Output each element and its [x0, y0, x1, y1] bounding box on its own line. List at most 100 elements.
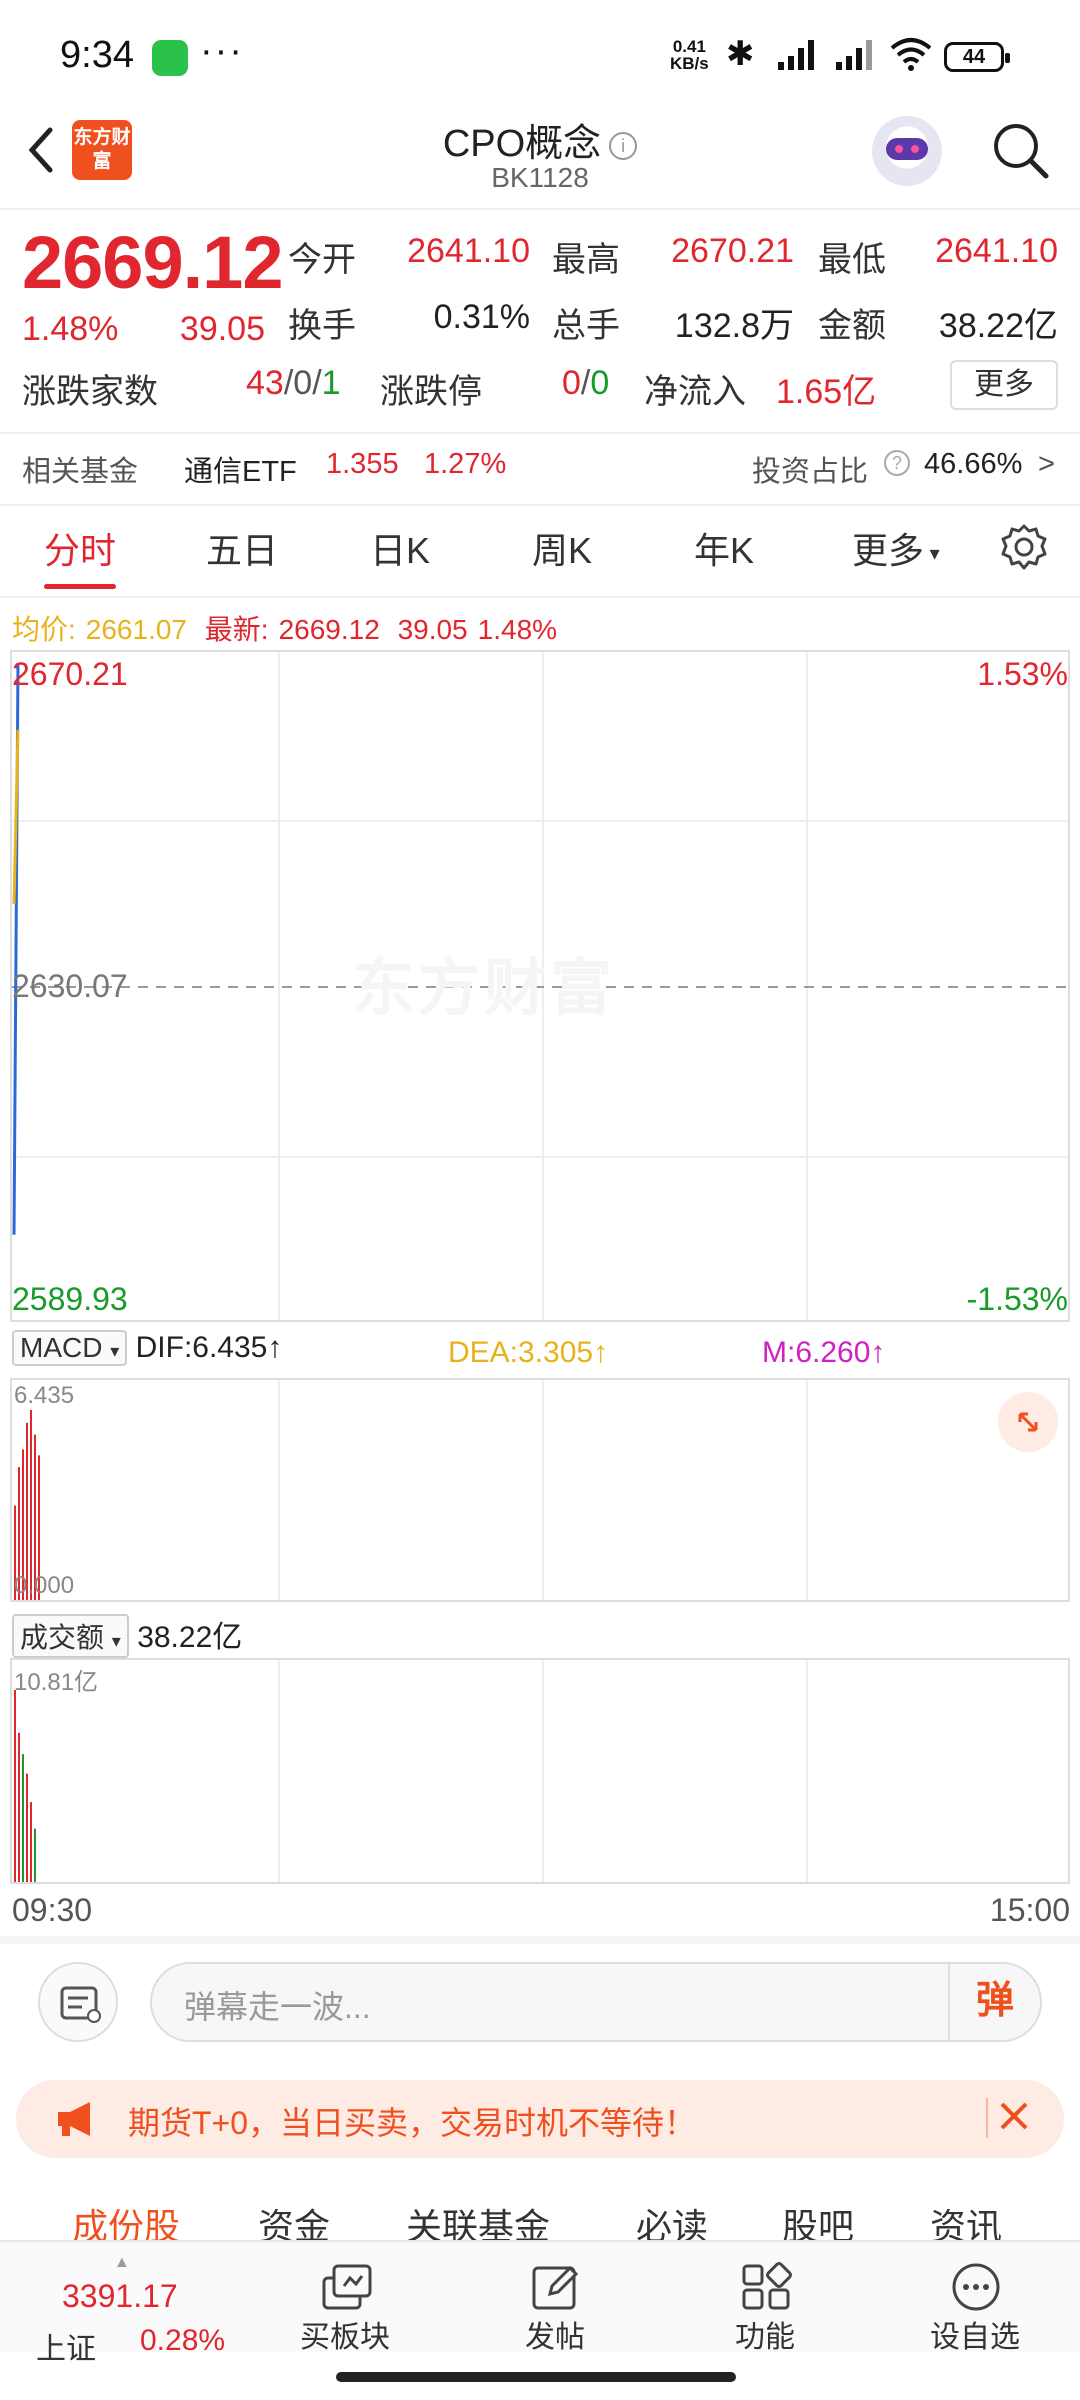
tab-yearly-k[interactable]: 年K	[694, 522, 754, 574]
wifi-icon	[890, 38, 932, 71]
buy-board-icon	[322, 2264, 372, 2310]
current-price: 2669.12	[22, 221, 283, 304]
turnover-legend-row: 成交额 ▾ 38.22亿	[12, 1612, 242, 1658]
divider	[0, 1936, 1080, 1944]
page-header: 东方财富 CPO概念 i BK1128	[0, 110, 1080, 210]
danmu-placeholder: 弹幕走一波...	[184, 1989, 371, 2025]
battery-icon: 44	[944, 42, 1010, 72]
tab-more[interactable]: 更多 ▾	[852, 522, 940, 574]
macd-dif: DIF:6.435↑	[135, 1331, 283, 1364]
watermark: 东方财富	[352, 954, 617, 1023]
back-arrow-icon[interactable]	[20, 120, 60, 180]
breadth-value: 43/0/1	[246, 364, 341, 402]
bar	[14, 1690, 16, 1882]
index-pct: 0.28%	[140, 2324, 226, 2357]
tab-daily-k[interactable]: 日K	[370, 522, 430, 574]
signal-icon	[778, 40, 814, 70]
help-icon[interactable]: ?	[884, 450, 910, 476]
divider	[0, 596, 1080, 598]
promo-banner[interactable]: 期货T+0，当日买卖，交易时机不等待！	[16, 2080, 1064, 2158]
search-icon[interactable]	[990, 120, 1050, 180]
fund-ratio: 46.66%	[924, 448, 1023, 480]
macd-top-label: 6.435	[14, 1382, 75, 1409]
more-quote-button[interactable]: 更多	[950, 360, 1058, 410]
open-label: 今开	[288, 241, 356, 279]
index-value: 3391.17	[62, 2278, 178, 2314]
bar	[30, 1802, 32, 1882]
amount-label: 金额	[818, 307, 886, 345]
low-label: 最低	[818, 241, 886, 279]
info-icon[interactable]: i	[609, 131, 638, 160]
limit-label: 涨跌停	[380, 373, 482, 411]
bottom-nav-bar: ▲ 3391.17 上证 0.28% 买板块 发帖 功能 设自选	[0, 2240, 1080, 2366]
more-circle-icon	[952, 2263, 1000, 2311]
bar	[22, 1754, 24, 1882]
macd-dea: DEA:3.305↑	[448, 1336, 609, 1369]
macd-bottom-label: 0.000	[14, 1572, 75, 1599]
status-time: 9:34	[60, 34, 134, 76]
chart-top-price: 2670.21	[12, 656, 128, 692]
macd-selector[interactable]: MACD ▾	[12, 1330, 128, 1366]
gear-icon[interactable]	[1000, 523, 1048, 571]
close-icon[interactable]	[992, 2094, 1036, 2138]
comment-list-icon[interactable]	[38, 1962, 118, 2042]
more-notifications-icon: ···	[200, 30, 244, 72]
edit-icon	[532, 2265, 579, 2310]
home-indicator	[336, 2372, 736, 2382]
time-end: 15:00	[989, 1892, 1070, 1928]
turnover-total: 38.22亿	[137, 1621, 243, 1654]
tab-weekly-k[interactable]: 周K	[532, 522, 592, 574]
app-logo: 东方财富	[72, 120, 132, 180]
expand-icon[interactable]	[998, 1392, 1058, 1452]
fund-label: 相关基金	[22, 456, 139, 488]
nav-post[interactable]: 发帖	[475, 2242, 635, 2354]
chart-bottom-price: 2589.93	[12, 1281, 128, 1317]
page-title: CPO概念 i	[340, 112, 740, 167]
chart-bottom-pct: -1.53%	[966, 1281, 1068, 1317]
turnover-chart[interactable]: 10.81亿	[10, 1658, 1070, 1884]
volume-label: 总手	[552, 307, 620, 345]
macd-chart[interactable]: 6.435 0.000	[10, 1378, 1070, 1602]
high-label: 最高	[552, 241, 620, 279]
inflow-label: 净流入	[644, 373, 746, 411]
fund-pct: 1.27%	[424, 448, 507, 480]
fund-ratio-label: 投资占比	[752, 456, 869, 488]
related-fund-row[interactable]: 相关基金 通信ETF 1.355 1.27% 投资占比 ? 46.66% >	[0, 440, 1080, 502]
tab-five-day[interactable]: 五日	[206, 522, 278, 574]
turnover-top-label: 10.81亿	[14, 1669, 99, 1696]
change-percent: 1.48%	[22, 310, 119, 348]
assistant-robot-icon[interactable]	[872, 116, 942, 186]
tab-intraday[interactable]: 分时	[44, 522, 116, 574]
nav-functions[interactable]: 功能	[685, 2242, 845, 2354]
turnover-value: 0.31%	[433, 298, 530, 336]
turnover-label: 换手	[288, 307, 356, 345]
bar	[26, 1773, 28, 1882]
chart-mid-price: 2630.07	[12, 968, 128, 1004]
bar	[34, 1828, 36, 1882]
danmu-toggle-button[interactable]: 弹	[948, 1962, 1040, 2042]
nav-add-watchlist[interactable]: 设自选	[895, 2242, 1055, 2354]
turnover-selector[interactable]: 成交额 ▾	[12, 1614, 129, 1658]
megaphone-icon	[58, 2102, 90, 2136]
danmu-input[interactable]: 弹幕走一波... 弹	[150, 1962, 1042, 2042]
breadth-label: 涨跌家数	[22, 373, 158, 411]
chevron-right-icon[interactable]: >	[1038, 448, 1055, 481]
time-start: 09:30	[12, 1892, 93, 1928]
bar	[18, 1732, 20, 1882]
fund-name[interactable]: 通信ETF	[184, 448, 297, 490]
change-amount: 39.05	[179, 310, 265, 348]
inflow-value: 1.65亿	[776, 373, 877, 411]
index-name: 上证	[36, 2333, 96, 2366]
grid-icon	[742, 2262, 792, 2310]
divider	[0, 432, 1080, 434]
limit-value: 0/0	[562, 364, 610, 402]
intraday-chart[interactable]: 东方财富 2670.21 1.53% 2630.07 2589.93 -1.53…	[10, 650, 1070, 1322]
chart-top-pct: 1.53%	[977, 656, 1068, 692]
macd-legend-row: MACD ▾ DIF:6.435↑ DEA:3.305↑ M:6.260↑	[12, 1330, 885, 1374]
net-speed: 0.41 KB/s	[670, 37, 709, 73]
caret-up-icon: ▲	[114, 2254, 130, 2271]
status-bar: 9:34 ··· 0.41 KB/s ✱ 44	[0, 0, 1080, 110]
low-value: 2641.10	[935, 232, 1058, 270]
signal-icon	[836, 40, 872, 70]
nav-buy-board[interactable]: 买板块	[265, 2242, 425, 2354]
